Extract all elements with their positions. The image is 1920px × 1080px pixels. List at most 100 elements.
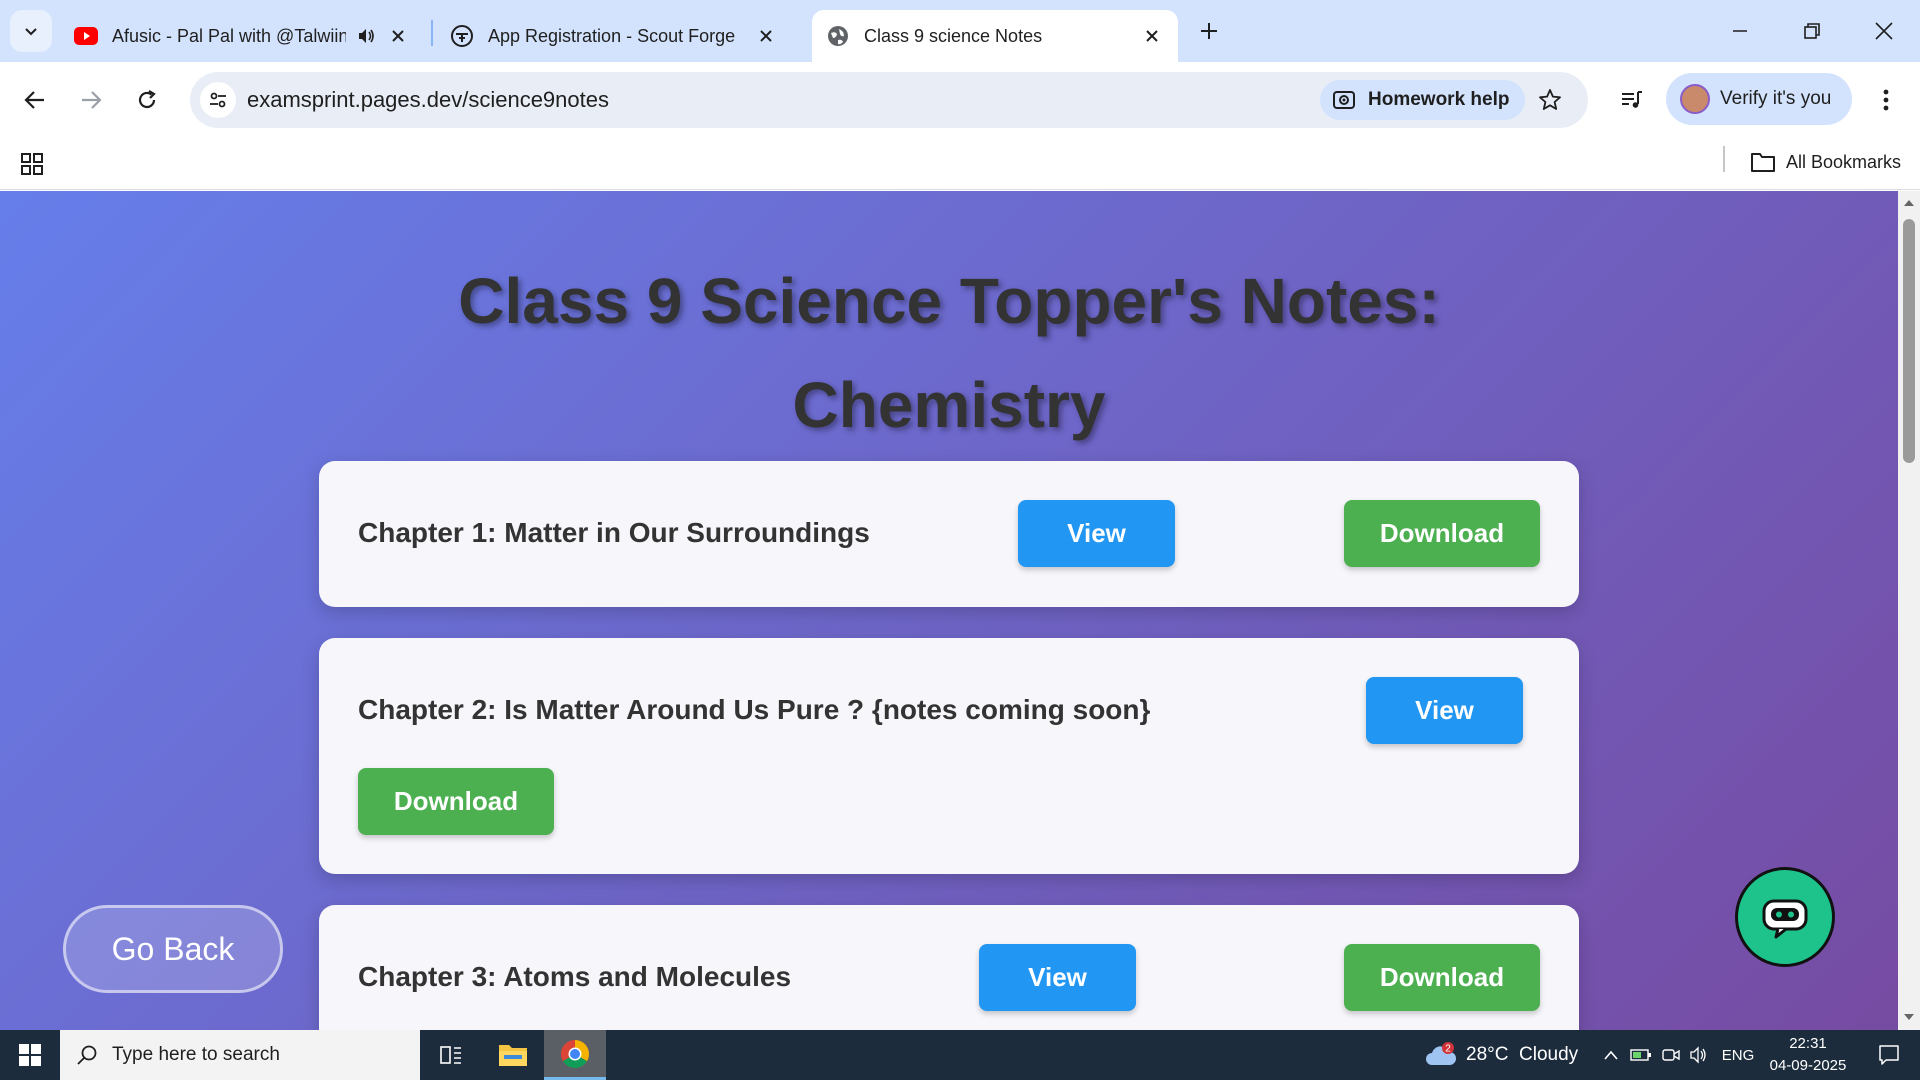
- scroll-down-icon[interactable]: [1903, 1011, 1915, 1023]
- tray-overflow-button[interactable]: [1598, 1030, 1624, 1080]
- more-vertical-icon: [1883, 89, 1889, 111]
- back-button[interactable]: [13, 78, 57, 122]
- folder-icon: [499, 1045, 527, 1066]
- site-info-button[interactable]: [200, 82, 236, 118]
- tune-icon: [210, 92, 226, 108]
- task-view-button[interactable]: [420, 1030, 482, 1080]
- star-icon: [1539, 89, 1561, 110]
- chapter-card: Chapter 3: Atoms and Molecules View Down…: [319, 905, 1579, 1030]
- download-button[interactable]: Download: [1344, 500, 1540, 567]
- lens-icon: [1333, 91, 1355, 109]
- page-title-line-1: Class 9 Science Topper's Notes:: [458, 265, 1440, 337]
- chevron-down-icon: [25, 28, 37, 36]
- clock-date: 04-09-2025: [1769, 1057, 1847, 1074]
- clock-time: 22:31: [1789, 1035, 1827, 1052]
- restore-icon: [1804, 23, 1820, 39]
- browser-menu-button[interactable]: [1866, 78, 1906, 122]
- task-view-icon: [440, 1046, 461, 1064]
- scrollbar-thumb[interactable]: [1903, 219, 1915, 463]
- apps-grid-icon: [21, 153, 43, 175]
- page-title: Class 9 Science Topper's Notes: Chemistr…: [0, 249, 1898, 457]
- profile-label: Verify it's you: [1720, 88, 1832, 109]
- chapter-title: Chapter 3: Atoms and Molecules: [358, 961, 792, 992]
- reload-icon: [138, 90, 156, 109]
- meet-now-button[interactable]: [1658, 1030, 1684, 1080]
- bookmarks-bar: All Bookmarks: [0, 138, 1920, 190]
- search-icon: [77, 1045, 97, 1065]
- chrome-taskbar-button[interactable]: [544, 1030, 606, 1080]
- bookmarks-separator: [1723, 146, 1725, 172]
- tab-search-button[interactable]: [10, 10, 52, 52]
- view-button[interactable]: View: [1018, 500, 1175, 567]
- restore-button[interactable]: [1782, 10, 1842, 52]
- battery-icon: [1630, 1049, 1651, 1061]
- chapter-title: Chapter 2: Is Matter Around Us Pure ? {n…: [358, 694, 1151, 725]
- avatar: [1680, 84, 1710, 114]
- folder-icon: [1751, 153, 1775, 172]
- clock[interactable]: 22:31 04-09-2025: [1758, 1033, 1858, 1077]
- speaker-icon[interactable]: [354, 24, 378, 48]
- page-scrollbar[interactable]: [1898, 191, 1920, 1030]
- start-button[interactable]: [0, 1030, 60, 1080]
- page-title-line-2: Chemistry: [792, 369, 1106, 441]
- tab-strip: Afusic - Pal Pal with @Talwiinder App Re…: [0, 0, 1920, 62]
- homework-help-button[interactable]: Homework help: [1320, 80, 1526, 120]
- chatbot-button[interactable]: [1735, 867, 1835, 967]
- close-icon[interactable]: [386, 24, 410, 48]
- close-icon: [1875, 22, 1893, 40]
- plus-icon: [1201, 23, 1217, 39]
- download-button[interactable]: Download: [1344, 944, 1540, 1011]
- arrow-left-icon: [24, 91, 44, 109]
- arrow-right-icon: [82, 91, 102, 109]
- notifications-button[interactable]: [1864, 1030, 1914, 1080]
- scroll-up-icon[interactable]: [1903, 197, 1915, 209]
- profile-button[interactable]: Verify it's you: [1666, 73, 1852, 125]
- bookmark-star-button[interactable]: [1534, 84, 1566, 116]
- taskbar-search-input[interactable]: Type here to search: [60, 1030, 420, 1080]
- close-window-button[interactable]: [1854, 10, 1914, 52]
- camera-icon: [1662, 1049, 1680, 1061]
- volume-button[interactable]: [1686, 1030, 1712, 1080]
- browser-toolbar: examsprint.pages.dev/science9notes Homew…: [0, 62, 1920, 138]
- close-icon[interactable]: [754, 24, 778, 48]
- tab-separator: [431, 20, 433, 46]
- tab-title: Class 9 science Notes: [864, 25, 1043, 46]
- address-bar[interactable]: examsprint.pages.dev/science9notes Homew…: [190, 72, 1588, 128]
- chevron-up-icon: [1604, 1050, 1618, 1060]
- forward-button[interactable]: [69, 78, 113, 122]
- globe-icon: [826, 24, 850, 48]
- cloud-icon: 2: [1426, 1042, 1457, 1065]
- robot-chat-icon: [1762, 899, 1808, 939]
- input-language[interactable]: ENG: [1718, 1030, 1758, 1080]
- tab-title: Afusic - Pal Pal with @Talwiinder: [112, 25, 346, 46]
- notification-icon: [1879, 1045, 1899, 1065]
- youtube-icon: [74, 24, 98, 48]
- reload-button[interactable]: [125, 78, 169, 122]
- view-button[interactable]: View: [1366, 677, 1523, 744]
- weather-text: 28°C Cloudy: [1466, 1044, 1579, 1065]
- weather-widget[interactable]: 2 28°C Cloudy: [1424, 1030, 1578, 1080]
- go-back-button[interactable]: Go Back: [63, 905, 283, 993]
- close-icon[interactable]: [1140, 24, 1164, 48]
- chapter-title: Chapter 1: Matter in Our Surroundings: [358, 517, 870, 548]
- tab-youtube[interactable]: Afusic - Pal Pal with @Talwiinder: [60, 10, 424, 62]
- download-button[interactable]: Download: [358, 768, 554, 835]
- url-text[interactable]: examsprint.pages.dev/science9notes: [247, 87, 609, 113]
- all-bookmarks-button[interactable]: All Bookmarks: [1750, 146, 1901, 178]
- tab-title: App Registration - Scout Forge: [488, 25, 736, 46]
- battery-button[interactable]: [1628, 1030, 1654, 1080]
- new-tab-button[interactable]: [1192, 14, 1226, 48]
- minimize-button[interactable]: [1710, 10, 1770, 52]
- tab-scout-forge[interactable]: App Registration - Scout Forge: [436, 10, 792, 62]
- chapter-card: Chapter 2: Is Matter Around Us Pure ? {n…: [319, 638, 1579, 874]
- windows-logo-icon: [19, 1044, 41, 1066]
- media-control-button[interactable]: [1610, 78, 1654, 122]
- apps-button[interactable]: [16, 148, 48, 180]
- minimize-icon: [1733, 30, 1747, 32]
- taskbar-search-placeholder: Type here to search: [112, 1044, 280, 1065]
- tab-class9-notes[interactable]: Class 9 science Notes: [812, 10, 1178, 62]
- file-explorer-button[interactable]: [482, 1030, 544, 1080]
- view-button[interactable]: View: [979, 944, 1136, 1011]
- homework-help-label: Homework help: [1368, 89, 1510, 110]
- taskbar: Type here to search 2 28°C Cloudy ENG 22…: [0, 1030, 1920, 1080]
